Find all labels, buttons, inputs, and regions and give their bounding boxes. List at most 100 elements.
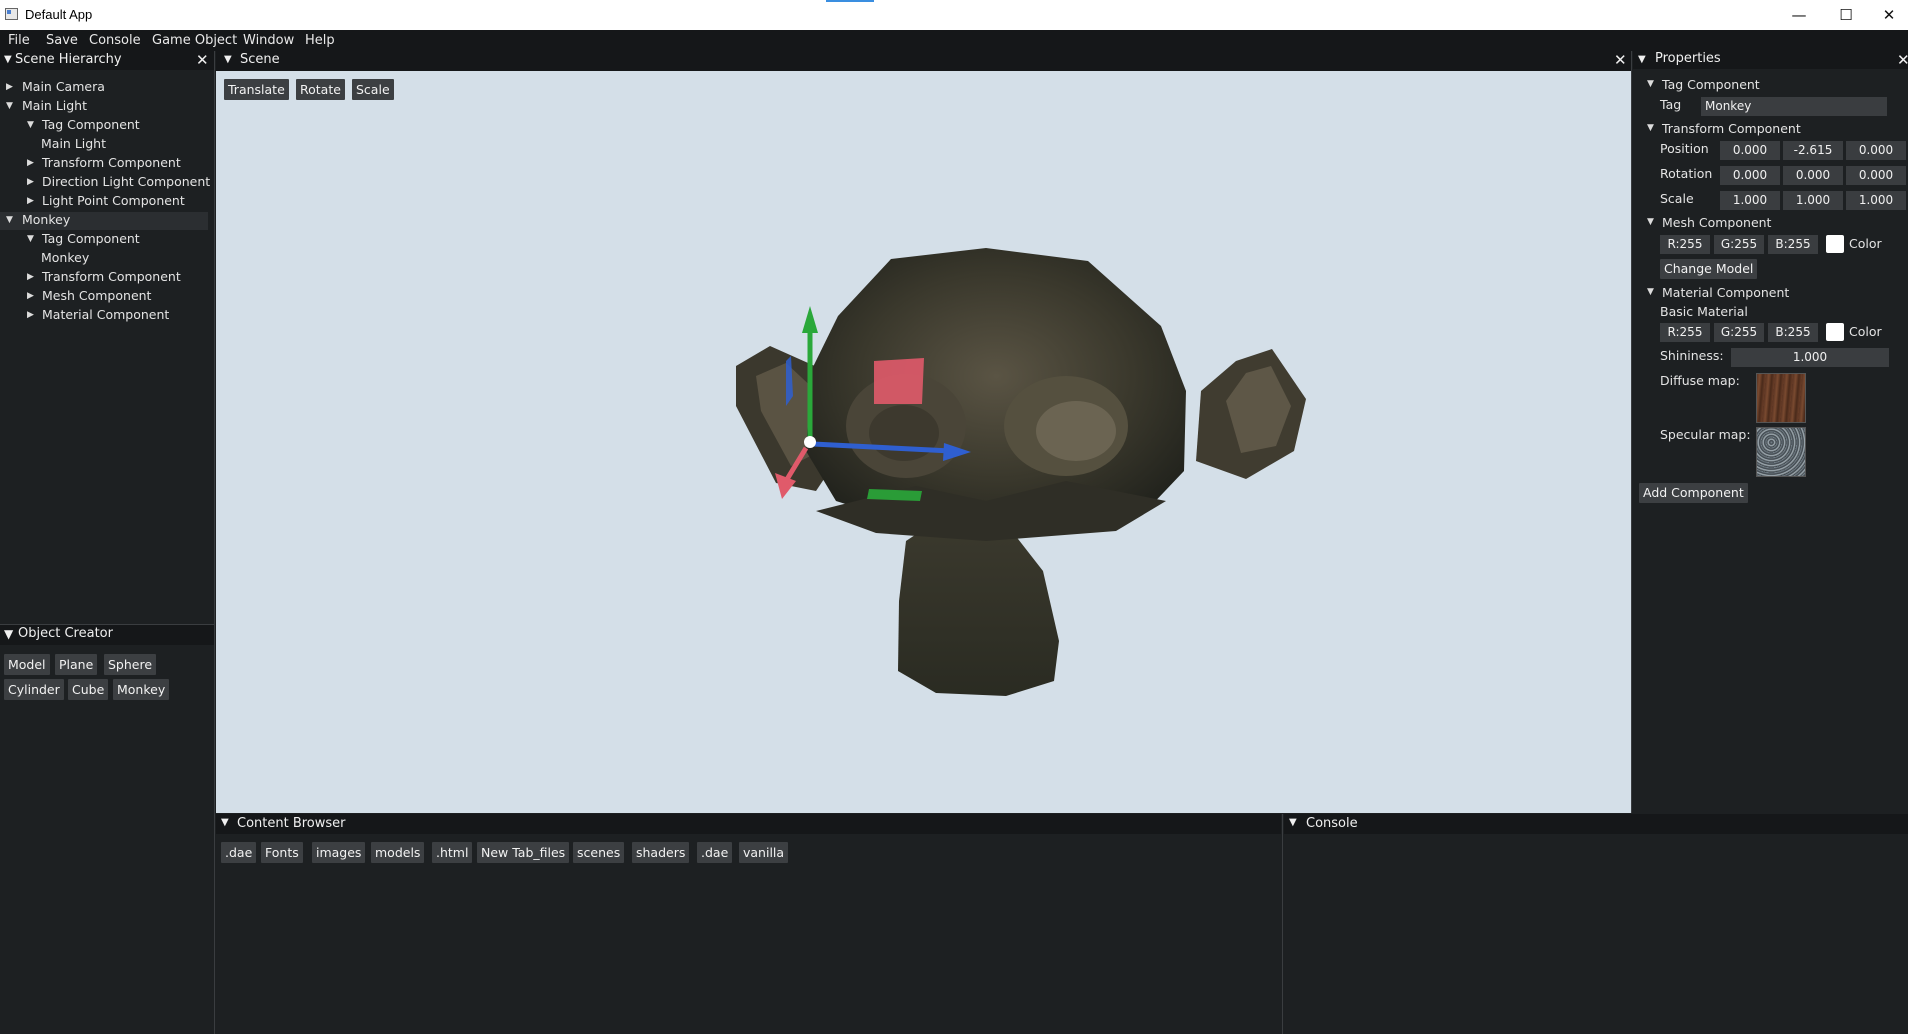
close-icon[interactable]: ✕	[196, 51, 209, 69]
mesh-color-r-field[interactable]: R:255	[1660, 235, 1710, 254]
menu-console[interactable]: Console	[89, 33, 141, 48]
expand-arrow-icon[interactable]: ▶	[27, 158, 34, 168]
content-item-models[interactable]: models	[371, 842, 425, 863]
close-icon[interactable]: ✕	[1614, 51, 1627, 69]
menu-game-object[interactable]: Game Object	[152, 33, 237, 48]
expand-arrow-icon[interactable]: ▶	[27, 310, 34, 320]
hierarchy-item-material-component[interactable]: Material Component	[42, 307, 169, 322]
collapse-triangle-icon[interactable]: ▼	[1289, 817, 1297, 828]
collapse-arrow-icon[interactable]: ▼	[1647, 123, 1654, 133]
content-item-vanilla[interactable]: vanilla	[739, 842, 789, 863]
hierarchy-item-mesh-component[interactable]: Mesh Component	[42, 288, 151, 303]
hierarchy-item-tag-component[interactable]: Tag Component	[42, 117, 140, 132]
expand-arrow-icon[interactable]: ▶	[27, 291, 34, 301]
collapse-triangle-icon[interactable]: ▼	[1638, 54, 1646, 65]
gizmo-xy-plane-handle[interactable]	[874, 358, 924, 404]
mesh-color-b-field[interactable]: B:255	[1768, 235, 1818, 254]
create-sphere-button[interactable]: Sphere	[104, 654, 157, 675]
close-window-button[interactable]: ✕	[1866, 0, 1908, 30]
left-divider[interactable]	[214, 51, 215, 1034]
scene-viewport[interactable]: Translate Rotate Scale	[216, 71, 1631, 813]
material-component-header[interactable]: Material Component	[1662, 285, 1789, 300]
content-item-dae-2[interactable]: .dae	[697, 842, 733, 863]
properties-title: Properties	[1655, 51, 1721, 66]
content-browser-title: Content Browser	[237, 816, 346, 831]
mesh-component-header[interactable]: Mesh Component	[1662, 215, 1771, 230]
tag-component-header[interactable]: Tag Component	[1662, 77, 1760, 92]
collapse-triangle-icon[interactable]: ▼	[224, 54, 232, 65]
scene-hierarchy-header: ▼ Scene Hierarchy ✕	[0, 51, 214, 70]
hierarchy-item-direction-light-component[interactable]: Direction Light Component	[42, 174, 210, 189]
change-model-button[interactable]: Change Model	[1660, 259, 1758, 279]
mesh-color-g-field[interactable]: G:255	[1714, 235, 1764, 254]
mesh-color-swatch[interactable]	[1826, 235, 1844, 253]
position-z-field[interactable]: 0.000	[1846, 141, 1906, 160]
maximize-button[interactable]: ☐	[1823, 0, 1869, 30]
content-item-html[interactable]: .html	[432, 842, 473, 863]
material-color-g-field[interactable]: G:255	[1714, 323, 1764, 342]
scale-y-field[interactable]: 1.000	[1783, 191, 1843, 210]
hierarchy-item-transform-component[interactable]: Transform Component	[42, 155, 181, 170]
scale-x-field[interactable]: 1.000	[1720, 191, 1780, 210]
rotation-z-field[interactable]: 0.000	[1846, 166, 1906, 185]
close-icon[interactable]: ✕	[1897, 51, 1908, 69]
content-item-images[interactable]: images	[312, 842, 366, 863]
minimize-button[interactable]: —	[1776, 0, 1822, 30]
collapse-arrow-icon[interactable]: ▼	[6, 215, 13, 225]
collapse-arrow-icon[interactable]: ▼	[1647, 217, 1654, 227]
expand-arrow-icon[interactable]: ▶	[27, 196, 34, 206]
create-cube-button[interactable]: Cube	[68, 679, 109, 700]
content-item-new-tab-files[interactable]: New Tab_files	[477, 842, 570, 863]
position-x-field[interactable]: 0.000	[1720, 141, 1780, 160]
shininess-slider[interactable]: 1.000	[1731, 348, 1889, 367]
hierarchy-item-tag-component[interactable]: Tag Component	[42, 231, 140, 246]
create-cylinder-button[interactable]: Cylinder	[4, 679, 64, 700]
material-color-b-field[interactable]: B:255	[1768, 323, 1818, 342]
expand-arrow-icon[interactable]: ▶	[6, 82, 13, 92]
create-monkey-button[interactable]: Monkey	[113, 679, 170, 700]
gizmo-xz-plane-handle[interactable]	[867, 489, 922, 501]
hierarchy-item-main-camera[interactable]: Main Camera	[22, 79, 105, 94]
add-component-button[interactable]: Add Component	[1639, 483, 1748, 503]
create-model-button[interactable]: Model	[4, 654, 50, 675]
hierarchy-item-light-point-component[interactable]: Light Point Component	[42, 193, 185, 208]
material-color-swatch[interactable]	[1826, 323, 1844, 341]
create-plane-button[interactable]: Plane	[55, 654, 98, 675]
content-item-scenes[interactable]: scenes	[573, 842, 625, 863]
menu-window[interactable]: Window	[243, 33, 294, 48]
collapse-triangle-icon[interactable]: ▼	[4, 627, 13, 641]
collapse-arrow-icon[interactable]: ▼	[1647, 287, 1654, 297]
bottom-divider[interactable]	[1282, 814, 1283, 1034]
hierarchy-item-monkey[interactable]: Monkey	[22, 212, 70, 227]
monkey-model-render[interactable]	[216, 71, 1631, 813]
content-item-dae[interactable]: .dae	[221, 842, 257, 863]
diffuse-map-thumbnail[interactable]	[1756, 373, 1806, 423]
rotation-y-field[interactable]: 0.000	[1783, 166, 1843, 185]
content-item-fonts[interactable]: Fonts	[261, 842, 303, 863]
collapse-arrow-icon[interactable]: ▼	[6, 101, 13, 111]
material-color-r-field[interactable]: R:255	[1660, 323, 1710, 342]
hierarchy-item-transform-component[interactable]: Transform Component	[42, 269, 181, 284]
collapse-arrow-icon[interactable]: ▼	[27, 234, 34, 244]
scene-header: ▼ Scene ✕	[216, 51, 1631, 71]
collapse-arrow-icon[interactable]: ▼	[27, 120, 34, 130]
gizmo-center-handle[interactable]	[804, 436, 816, 448]
specular-map-thumbnail[interactable]	[1756, 427, 1806, 477]
scale-z-field[interactable]: 1.000	[1846, 191, 1906, 210]
content-item-shaders[interactable]: shaders	[632, 842, 690, 863]
rotation-x-field[interactable]: 0.000	[1720, 166, 1780, 185]
right-divider[interactable]	[1631, 51, 1632, 813]
collapse-triangle-icon[interactable]: ▼	[4, 54, 12, 65]
expand-arrow-icon[interactable]: ▶	[27, 177, 34, 187]
expand-arrow-icon[interactable]: ▶	[27, 272, 34, 282]
gizmo-y-arrow-icon[interactable]	[802, 306, 818, 333]
tag-input[interactable]: Monkey	[1701, 97, 1887, 116]
menu-save[interactable]: Save	[46, 33, 78, 48]
hierarchy-item-main-light[interactable]: Main Light	[22, 98, 87, 113]
menu-file[interactable]: File	[8, 33, 30, 48]
menu-help[interactable]: Help	[305, 33, 335, 48]
transform-component-header[interactable]: Transform Component	[1662, 121, 1801, 136]
collapse-triangle-icon[interactable]: ▼	[221, 817, 229, 828]
collapse-arrow-icon[interactable]: ▼	[1647, 79, 1654, 89]
position-y-field[interactable]: -2.615	[1783, 141, 1843, 160]
